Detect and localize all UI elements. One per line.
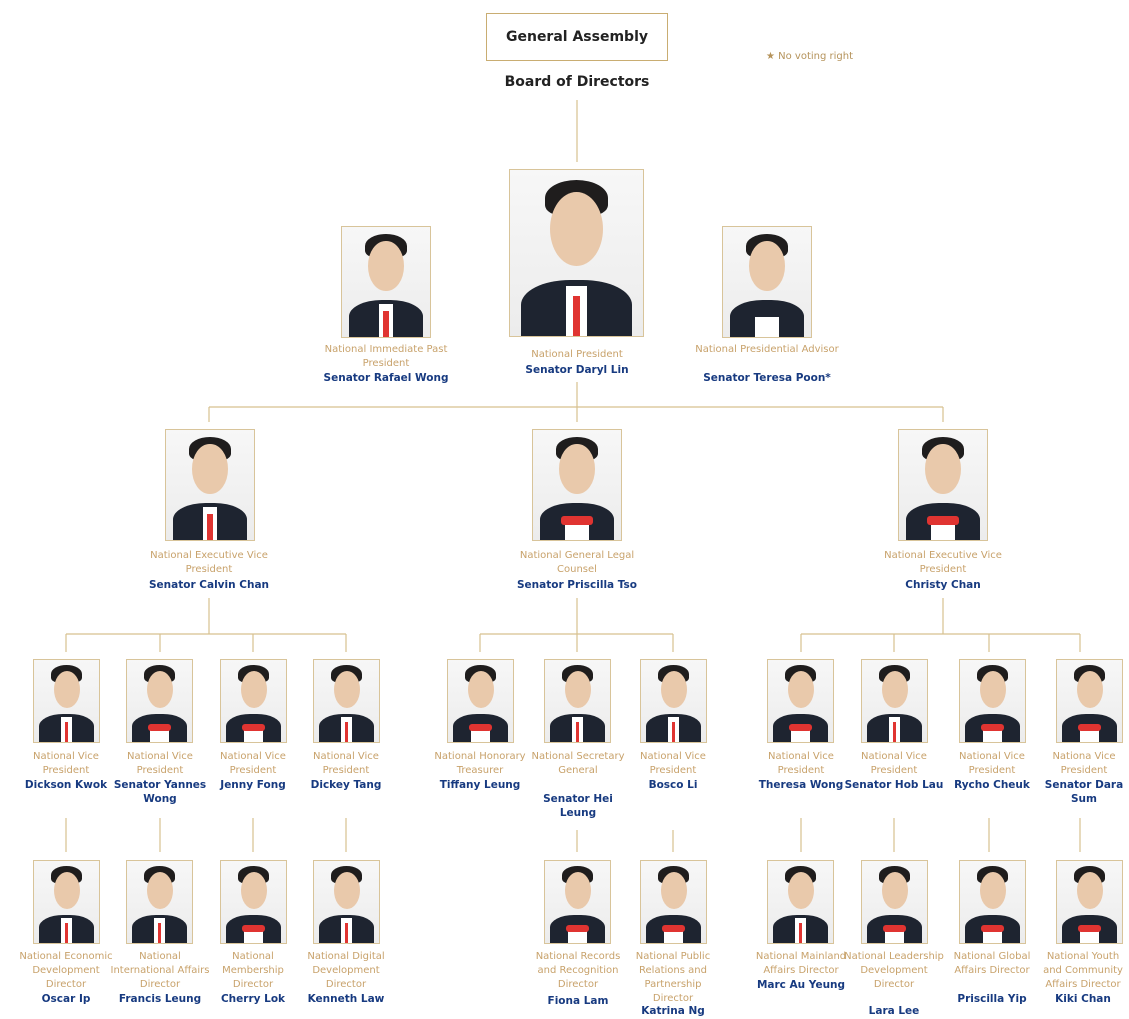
photo-branch: [532, 429, 622, 541]
name-level3-member: Jenny Fong: [220, 779, 286, 791]
name-immediate-past-president: Senator Rafael Wong: [323, 372, 449, 384]
photo-level3-member: [447, 659, 514, 743]
title-level4-member: National Digital Development Director: [307, 951, 385, 990]
title-level4-member: National Youth and Community Affairs Dir…: [1043, 951, 1123, 990]
photo-level3-member: [313, 659, 380, 743]
photo-level3-member: [1056, 659, 1123, 743]
name-presidential-advisor: Senator Teresa Poon*: [703, 372, 831, 384]
title-level3-member: National Vice President: [127, 751, 193, 776]
title-immediate-past-president: National Immediate Past President: [324, 344, 448, 369]
photo-level3-member: [544, 659, 611, 743]
title-level3-member: National Vice President: [33, 751, 99, 776]
general-assembly-box: General Assembly: [486, 13, 668, 61]
photo-level4-member: [544, 860, 611, 944]
photo-level4-member: [640, 860, 707, 944]
title-level3-member: National Secretary General: [531, 751, 625, 776]
title-level4-member: National Global Affairs Director: [953, 951, 1031, 976]
name-level4-member: Katrina Ng: [641, 1005, 705, 1017]
name-level3-member: Rycho Cheuk: [954, 779, 1030, 791]
title-level3-member: National Vice President: [220, 751, 286, 776]
title-branch: National Executive Vice President: [150, 550, 268, 575]
name-level4-member: Kenneth Law: [307, 993, 385, 1005]
title-national-president: National President: [531, 349, 623, 360]
name-branch: Senator Priscilla Tso: [516, 579, 638, 591]
title-level4-member: National Economic Development Director: [19, 951, 113, 990]
general-assembly-label: General Assembly: [505, 29, 648, 45]
photo-presidential-advisor: [722, 226, 812, 338]
name-level3-member: Senator Hei Leung: [543, 793, 613, 819]
title-level4-member: National Records and Recognition Directo…: [535, 951, 621, 990]
title-level4-member: National Mainland Affairs Director: [755, 951, 847, 976]
photo-level4-member: [861, 860, 928, 944]
name-branch: Senator Calvin Chan: [148, 579, 270, 591]
name-level4-member: Fiona Lam: [547, 995, 609, 1007]
title-level3-member: National Vice President: [640, 751, 706, 776]
title-level3-member: National Vice President: [959, 751, 1025, 776]
title-level4-member: National Membership Director: [222, 951, 284, 990]
title-level3-member: National Vice President: [313, 751, 379, 776]
name-level4-member: Lara Lee: [868, 1005, 920, 1017]
name-branch: Christy Chan: [905, 579, 981, 591]
name-level3-member: Senator Hob Lau: [844, 779, 944, 791]
name-level3-member: Tiffany Leung: [439, 779, 521, 791]
title-presidential-advisor: National Presidential Advisor: [695, 344, 839, 355]
photo-level4-member: [1056, 860, 1123, 944]
photo-level4-member: [959, 860, 1026, 944]
photo-level3-member: [767, 659, 834, 743]
title-level3-member: Nationa Vice President: [1052, 751, 1116, 776]
name-level4-member: Marc Au Yeung: [756, 979, 846, 991]
title-branch: National General Legal Counsel: [519, 550, 635, 575]
title-level3-member: National Vice President: [861, 751, 927, 776]
name-level4-member: Oscar Ip: [41, 993, 91, 1005]
photo-level4-member: [313, 860, 380, 944]
photo-level4-member: [220, 860, 287, 944]
photo-branch: [898, 429, 988, 541]
name-level3-member: Bosco Li: [648, 779, 698, 791]
photo-level4-member: [126, 860, 193, 944]
photo-level3-member: [640, 659, 707, 743]
name-level3-member: Senator Yannes Wong: [113, 779, 207, 805]
name-level4-member: Kiki Chan: [1055, 993, 1111, 1005]
board-of-directors-label: Board of Directors: [504, 74, 650, 90]
name-level3-member: Dickey Tang: [310, 779, 382, 791]
name-level4-member: Priscilla Yip: [957, 993, 1027, 1005]
photo-level4-member: [33, 860, 100, 944]
photo-branch: [165, 429, 255, 541]
name-level3-member: Senator Dara Sum: [1044, 779, 1124, 805]
photo-immediate-past-president: [341, 226, 431, 338]
photo-national-president: [509, 169, 644, 337]
title-level4-member: National Leadership Development Director: [844, 951, 944, 990]
photo-level3-member: [959, 659, 1026, 743]
name-level4-member: Francis Leung: [118, 993, 202, 1005]
name-level3-member: Theresa Wong: [758, 779, 844, 791]
title-level3-member: National Honorary Treasurer: [434, 751, 526, 776]
name-national-president: Senator Daryl Lin: [525, 364, 629, 376]
name-level3-member: Dickson Kwok: [24, 779, 108, 791]
no-voting-note: ★ No voting right: [766, 51, 854, 62]
photo-level3-member: [220, 659, 287, 743]
title-level3-member: National Vice President: [768, 751, 834, 776]
title-level4-member: National Public Relations and Partnershi…: [635, 951, 711, 1004]
name-level4-member: Cherry Lok: [220, 993, 286, 1005]
photo-level3-member: [861, 659, 928, 743]
title-level4-member: National International Affairs Director: [110, 951, 210, 990]
photo-level4-member: [767, 860, 834, 944]
title-branch: National Executive Vice President: [884, 550, 1002, 575]
photo-level3-member: [33, 659, 100, 743]
photo-level3-member: [126, 659, 193, 743]
